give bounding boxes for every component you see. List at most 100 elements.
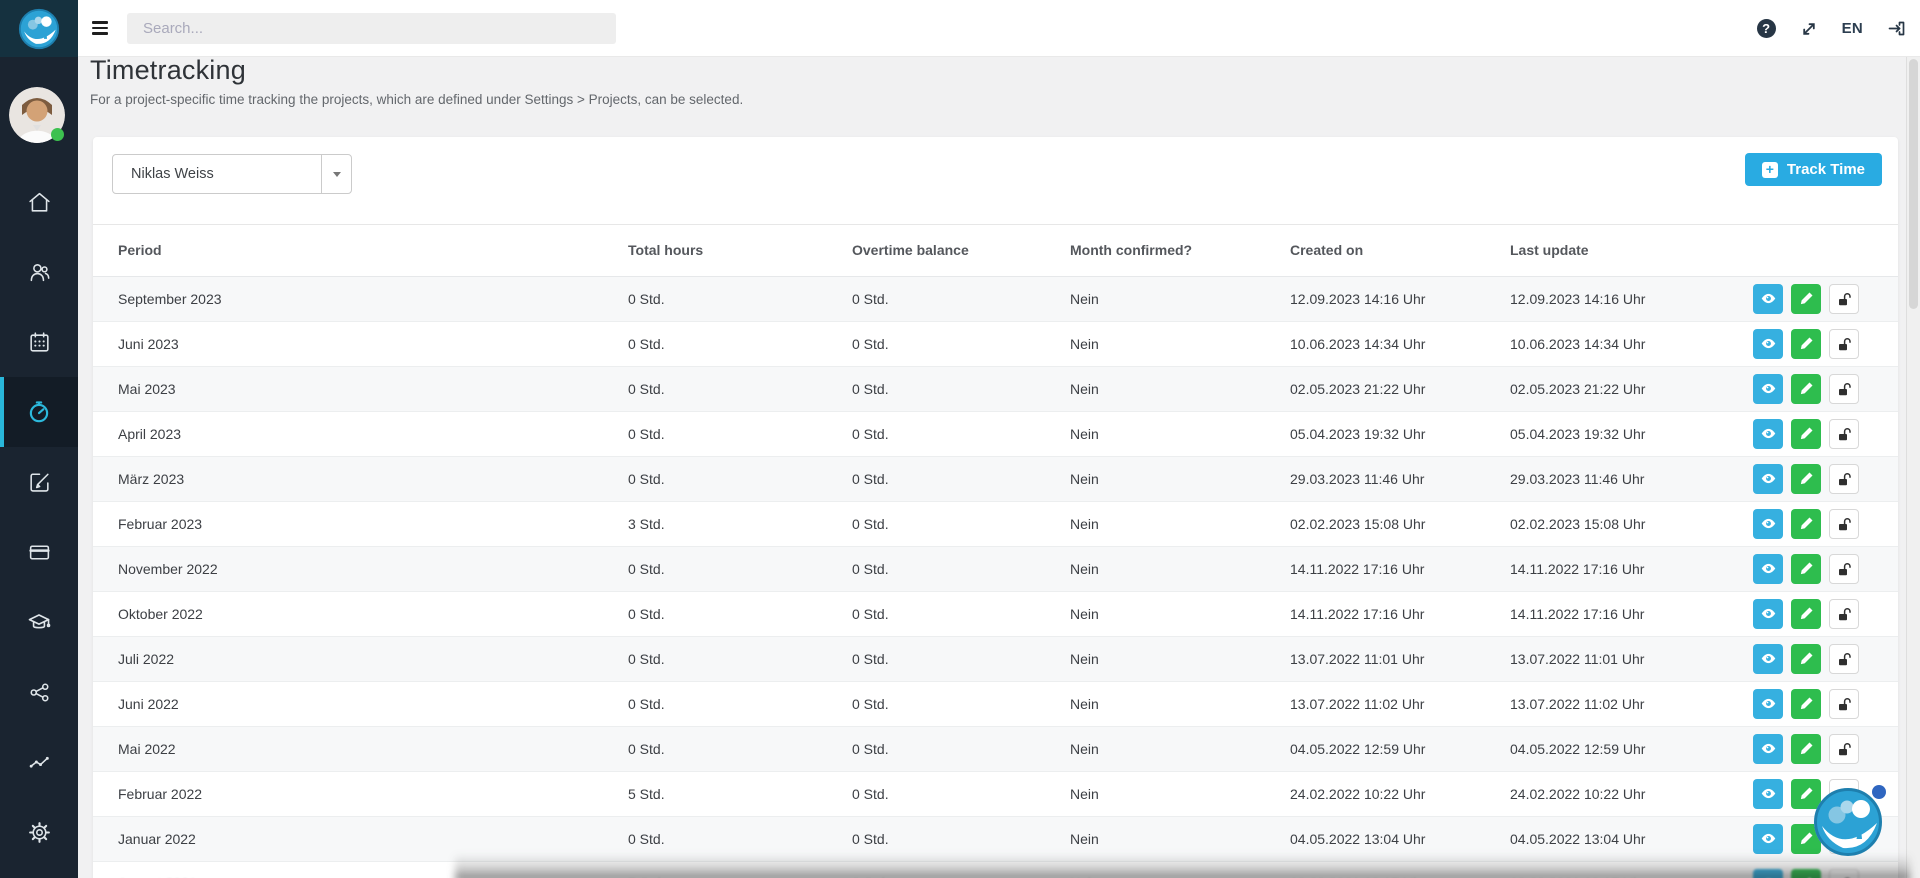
edit-button[interactable] xyxy=(1791,553,1821,584)
sidebar-item-sharing[interactable] xyxy=(0,657,78,727)
app-logo[interactable] xyxy=(0,0,78,57)
sidebar-item-employees[interactable] xyxy=(0,237,78,307)
unlock-button[interactable] xyxy=(1829,373,1859,404)
unlock-button[interactable] xyxy=(1829,463,1859,494)
column-header-actions xyxy=(1753,225,1898,277)
unlock-button[interactable] xyxy=(1829,733,1859,764)
search-input[interactable] xyxy=(127,13,616,44)
edit-button[interactable] xyxy=(1791,508,1821,539)
eye-icon xyxy=(1761,788,1775,799)
cell-overtime-balance: 0 Std. xyxy=(852,546,1070,592)
cell-period: Juni 2022 xyxy=(93,681,628,727)
view-button[interactable] xyxy=(1753,643,1783,674)
user-avatar[interactable] xyxy=(9,87,65,143)
edit-button[interactable] xyxy=(1791,328,1821,359)
view-button[interactable] xyxy=(1753,418,1783,449)
cell-month-confirmed: Nein xyxy=(1070,681,1290,727)
unlock-button[interactable] xyxy=(1829,688,1859,719)
sidebar-item-forms[interactable] xyxy=(0,447,78,517)
track-time-button[interactable]: + Track Time xyxy=(1744,153,1882,186)
cell-created-on: 29.03.2023 11:46 Uhr xyxy=(1290,456,1510,502)
plus-icon: + xyxy=(1761,161,1778,178)
view-button[interactable] xyxy=(1753,463,1783,494)
cell-created-on: 14.11.2022 17:16 Uhr xyxy=(1290,591,1510,637)
pencil-icon xyxy=(1800,382,1812,395)
logout-icon[interactable] xyxy=(1887,19,1906,38)
unlock-button[interactable] xyxy=(1829,328,1859,359)
cell-period: Mai 2022 xyxy=(93,726,628,772)
view-button[interactable] xyxy=(1753,778,1783,809)
unlock-button[interactable] xyxy=(1829,508,1859,539)
cell-period: April 2023 xyxy=(93,411,628,457)
view-button[interactable] xyxy=(1753,868,1783,878)
cell-period: November 2022 xyxy=(93,546,628,592)
edit-button[interactable] xyxy=(1791,688,1821,719)
pencil-icon xyxy=(1800,292,1812,305)
view-button[interactable] xyxy=(1753,373,1783,404)
view-button[interactable] xyxy=(1753,823,1783,854)
home-icon xyxy=(28,192,50,212)
cell-total-hours: 0 Std. xyxy=(628,726,852,772)
edit-button[interactable] xyxy=(1791,598,1821,629)
view-button[interactable] xyxy=(1753,733,1783,764)
edit-button[interactable] xyxy=(1791,868,1821,878)
sidebar-item-training[interactable] xyxy=(0,587,78,657)
column-header: Created on xyxy=(1290,225,1510,277)
unlock-button[interactable] xyxy=(1829,868,1859,878)
employee-select[interactable]: Niklas Weiss xyxy=(112,154,352,194)
credit-card-icon xyxy=(28,544,50,560)
cell-total-hours: 0 Std. xyxy=(628,546,852,592)
edit-button[interactable] xyxy=(1791,418,1821,449)
notification-dot xyxy=(1872,785,1886,799)
edit-button[interactable] xyxy=(1791,373,1821,404)
column-header: Total hours xyxy=(628,225,852,277)
cell-created-on: 05.04.2023 19:32 Uhr xyxy=(1290,411,1510,457)
edit-button[interactable] xyxy=(1791,283,1821,314)
sidebar-item-payroll[interactable] xyxy=(0,517,78,587)
stopwatch-icon xyxy=(29,401,49,423)
view-button[interactable] xyxy=(1753,688,1783,719)
edit-button[interactable] xyxy=(1791,733,1821,764)
view-button[interactable] xyxy=(1753,328,1783,359)
view-button[interactable] xyxy=(1753,283,1783,314)
cell-overtime-balance: 0 Std. xyxy=(852,411,1070,457)
language-selector[interactable]: EN xyxy=(1842,20,1863,37)
cell-overtime-balance: 0 Std. xyxy=(852,861,1070,878)
unlock-button[interactable] xyxy=(1829,598,1859,629)
unlock-icon xyxy=(1839,427,1851,440)
cell-last-update: 13.07.2022 11:01 Uhr xyxy=(1510,636,1753,682)
cell-overtime-balance: 0 Std. xyxy=(852,366,1070,412)
cell-month-confirmed: Nein xyxy=(1070,816,1290,862)
edit-button[interactable] xyxy=(1791,643,1821,674)
chevron-down-icon xyxy=(332,171,341,177)
unlock-button[interactable] xyxy=(1829,283,1859,314)
scrollbar-thumb[interactable] xyxy=(1909,59,1918,309)
sidebar-item-calendar[interactable] xyxy=(0,307,78,377)
sidebar-item-statistics[interactable] xyxy=(0,727,78,797)
select-caret-box[interactable] xyxy=(321,155,351,193)
view-button[interactable] xyxy=(1753,508,1783,539)
eye-icon xyxy=(1761,383,1775,394)
sidebar-item-settings[interactable] xyxy=(0,797,78,867)
cell-period: Februar 2023 xyxy=(93,501,628,547)
sidebar-nav xyxy=(0,167,78,867)
fullscreen-icon[interactable] xyxy=(1800,20,1818,38)
help-icon[interactable]: ? xyxy=(1756,19,1776,38)
column-header: Month confirmed? xyxy=(1070,225,1290,277)
cell-overtime-balance: 0 Std. xyxy=(852,816,1070,862)
menu-toggle-button[interactable] xyxy=(92,21,108,35)
unlock-button[interactable] xyxy=(1829,418,1859,449)
edit-button[interactable] xyxy=(1791,463,1821,494)
table-row: Mai 2022 0 Std. 0 Std. Nein 04.05.2022 1… xyxy=(93,726,1898,772)
view-button[interactable] xyxy=(1753,553,1783,584)
cell-period: Oktober 2022 xyxy=(93,591,628,637)
view-button[interactable] xyxy=(1753,598,1783,629)
floating-brand-button[interactable] xyxy=(1813,780,1891,856)
timetracking-table: Period Total hours Overtime balance Month c… xyxy=(93,225,1898,878)
unlock-button[interactable] xyxy=(1829,553,1859,584)
row-actions xyxy=(1753,547,1898,591)
sidebar-item-timetracking[interactable] xyxy=(0,377,78,447)
sidebar-item-home[interactable] xyxy=(0,167,78,237)
unlock-button[interactable] xyxy=(1829,643,1859,674)
cell-month-confirmed: Nein xyxy=(1070,771,1290,817)
